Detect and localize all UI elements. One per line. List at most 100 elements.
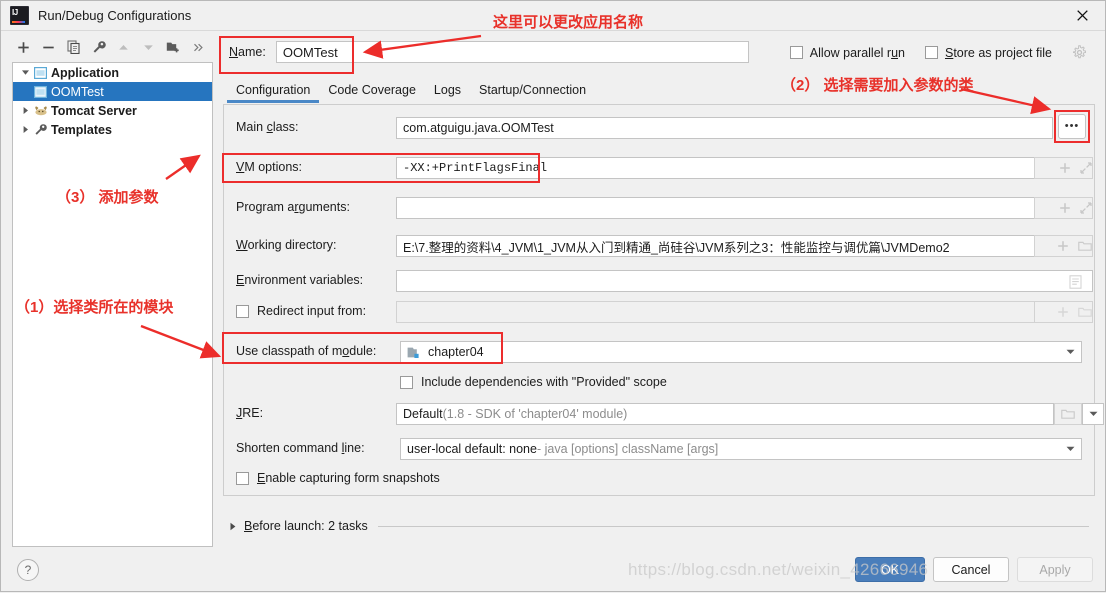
expand-icon[interactable] bbox=[1080, 202, 1092, 214]
tab-logs[interactable]: Logs bbox=[425, 80, 470, 103]
expand-triangle-right-icon[interactable] bbox=[19, 106, 32, 115]
working-directory-value: E:\7.整理的资料\4_JVM\1_JVM从入门到精通_尚硅谷\JVM系列之3… bbox=[403, 240, 950, 255]
tab-startup-connection[interactable]: Startup/Connection bbox=[470, 80, 595, 103]
include-provided-scope-checkbox[interactable]: Include dependencies with "Provided" sco… bbox=[400, 375, 667, 389]
checkbox-box[interactable] bbox=[236, 304, 249, 318]
expand-triangle-down-icon[interactable] bbox=[19, 68, 32, 77]
name-row: Name: OOMTest bbox=[229, 41, 749, 63]
plus-icon[interactable] bbox=[1057, 306, 1069, 318]
program-arguments-input[interactable] bbox=[396, 197, 1053, 219]
tab-bar: Configuration Code Coverage Logs Startup… bbox=[227, 80, 595, 103]
jre-value-detail: (1.8 - SDK of 'chapter04' module) bbox=[442, 407, 628, 421]
window-title: Run/Debug Configurations bbox=[38, 8, 192, 23]
gear-icon[interactable] bbox=[1072, 45, 1087, 60]
use-classpath-of-module-combo[interactable]: chapter04 bbox=[400, 341, 1082, 363]
tree-item-tomcat-server[interactable]: Tomcat Server bbox=[13, 101, 212, 120]
annotation-text-module: （1）选择类所在的模块 bbox=[15, 299, 174, 316]
redirect-input-checkbox[interactable]: Redirect input from: bbox=[236, 304, 366, 318]
tree-item-label: OOMTest bbox=[51, 84, 104, 99]
tree-item-templates[interactable]: Templates bbox=[13, 120, 212, 139]
allow-parallel-run-checkbox[interactable]: Allow parallel run bbox=[789, 45, 905, 60]
checkbox-box[interactable] bbox=[789, 46, 803, 59]
tomcat-icon bbox=[32, 105, 49, 117]
shorten-command-line-combo[interactable]: user-local default: none - java [options… bbox=[400, 438, 1082, 460]
jre-browse-button[interactable] bbox=[1054, 403, 1082, 425]
tree-item-label: Tomcat Server bbox=[51, 103, 137, 118]
move-into-folder-button[interactable] bbox=[161, 35, 186, 59]
name-input[interactable]: OOMTest bbox=[275, 41, 749, 63]
configuration-form: Main class: com.atguigu.java.OOMTest VM … bbox=[223, 104, 1104, 496]
checkbox-box[interactable] bbox=[236, 471, 249, 485]
tree-item-label: Application bbox=[51, 65, 120, 80]
close-icon[interactable] bbox=[1059, 1, 1105, 30]
tab-code-coverage[interactable]: Code Coverage bbox=[319, 80, 425, 103]
shorten-command-line-value: user-local default: none bbox=[407, 442, 537, 456]
redirect-input-field[interactable] bbox=[396, 301, 1053, 323]
folder-icon[interactable] bbox=[1078, 306, 1092, 318]
store-as-project-file-checkbox[interactable]: Store as project file bbox=[924, 46, 1052, 60]
checkbox-box[interactable] bbox=[400, 375, 413, 389]
plus-icon[interactable] bbox=[1059, 202, 1071, 214]
include-provided-scope-label: Include dependencies with "Provided" sco… bbox=[421, 375, 667, 389]
edit-templates-button[interactable] bbox=[86, 35, 111, 59]
help-button[interactable]: ? bbox=[17, 559, 39, 581]
run-debug-configurations-dialog: Run/Debug Configurations bbox=[0, 0, 1106, 592]
shorten-command-line-label: Shorten command line: bbox=[236, 441, 365, 455]
chevron-down-icon[interactable] bbox=[1089, 411, 1098, 417]
tree-item-label: Templates bbox=[51, 122, 112, 137]
shorten-command-line-detail: - java [options] className [args] bbox=[536, 442, 719, 456]
add-configuration-button[interactable] bbox=[11, 35, 36, 59]
allow-parallel-run-label: Allow parallel run bbox=[809, 45, 905, 60]
program-arguments-actions bbox=[1034, 197, 1093, 219]
expand-icon[interactable] bbox=[1080, 162, 1092, 174]
triangle-right-icon[interactable] bbox=[229, 522, 237, 531]
chevron-down-icon[interactable] bbox=[1059, 439, 1081, 459]
application-icon bbox=[32, 85, 49, 98]
wrench-icon bbox=[32, 123, 49, 136]
watermark: https://blog.csdn.net/weixin_42666946 bbox=[628, 560, 929, 579]
tab-configuration[interactable]: Configuration bbox=[227, 80, 320, 103]
jre-input[interactable]: Default (1.8 - SDK of 'chapter04' module… bbox=[396, 403, 1054, 425]
redirect-input-label: Redirect input from: bbox=[257, 304, 367, 318]
vm-options-label: VM options: bbox=[236, 160, 303, 174]
plus-icon[interactable] bbox=[1059, 162, 1071, 174]
apply-button[interactable]: Apply bbox=[1017, 557, 1093, 582]
annotation-text-class: （2） 选择需要加入参数的类 bbox=[781, 77, 974, 94]
copy-configuration-button[interactable] bbox=[61, 35, 86, 59]
environment-variables-input[interactable] bbox=[396, 270, 1093, 292]
folder-icon[interactable] bbox=[1061, 408, 1075, 420]
name-label-mnemonic: N bbox=[229, 45, 239, 59]
before-launch[interactable]: Before launch: 2 tasks bbox=[229, 519, 1089, 533]
plus-icon[interactable] bbox=[1057, 240, 1069, 252]
expand-triangle-right-icon[interactable] bbox=[19, 125, 32, 134]
tree-item-application[interactable]: Application bbox=[13, 63, 212, 82]
move-up-button[interactable] bbox=[111, 35, 136, 59]
annotation-text-params: （3） 添加参数 bbox=[56, 189, 159, 206]
use-classpath-of-module-value: chapter04 bbox=[428, 345, 484, 359]
move-down-button[interactable] bbox=[136, 35, 161, 59]
name-label: Name: bbox=[229, 45, 266, 59]
jre-dropdown-button[interactable] bbox=[1082, 403, 1104, 425]
main-class-input[interactable]: com.atguigu.java.OOMTest bbox=[396, 117, 1053, 139]
intellij-idea-logo bbox=[10, 6, 29, 25]
enable-capturing-checkbox[interactable]: Enable capturing form snapshots bbox=[236, 471, 440, 485]
folder-icon[interactable] bbox=[1078, 240, 1092, 252]
checkbox-box[interactable] bbox=[924, 46, 938, 59]
tree-item-oomtest[interactable]: OOMTest bbox=[13, 82, 212, 101]
chevron-down-icon[interactable] bbox=[1059, 342, 1081, 362]
vm-options-actions bbox=[1034, 157, 1093, 179]
cancel-button[interactable]: Cancel bbox=[933, 557, 1009, 582]
remove-configuration-button[interactable] bbox=[36, 35, 61, 59]
working-directory-input[interactable]: E:\7.整理的资料\4_JVM\1_JVM从入门到精通_尚硅谷\JVM系列之3… bbox=[396, 235, 1053, 257]
main-class-browse-button[interactable]: ••• bbox=[1058, 114, 1086, 139]
vm-options-value: -XX:+PrintFlagsFinal bbox=[403, 161, 548, 175]
jre-label: JRE: bbox=[236, 406, 264, 420]
application-icon bbox=[32, 66, 49, 79]
top-options: Allow parallel run Store as project file bbox=[789, 45, 1087, 60]
more-options-button[interactable] bbox=[186, 35, 211, 59]
jre-value: Default bbox=[403, 407, 443, 421]
list-edit-icon[interactable] bbox=[1069, 275, 1082, 289]
vm-options-input[interactable]: -XX:+PrintFlagsFinal bbox=[396, 157, 1053, 179]
before-launch-label: Before launch: 2 tasks bbox=[244, 519, 368, 533]
before-launch-divider bbox=[377, 525, 1089, 527]
